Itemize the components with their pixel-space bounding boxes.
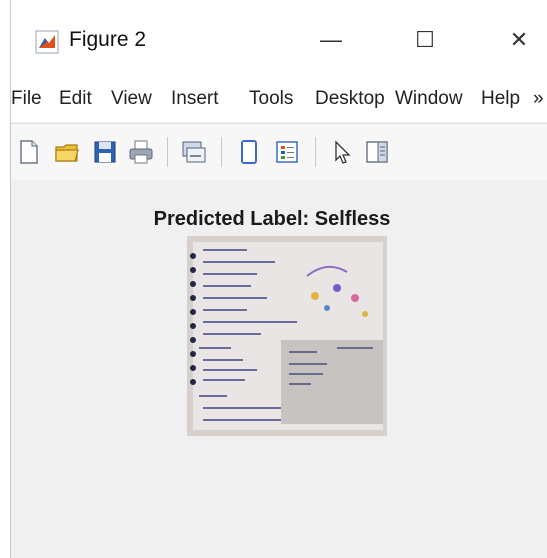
menu-tools[interactable]: Tools <box>249 88 293 110</box>
save-icon[interactable] <box>91 138 119 166</box>
insert-legend-icon[interactable] <box>273 138 301 166</box>
minimize-button[interactable]: — <box>311 22 351 58</box>
maximize-button[interactable]: ☐ <box>405 22 445 58</box>
figure-canvas: Predicted Label: Selfless <box>11 180 547 558</box>
toolbar-separator <box>315 137 316 167</box>
displayed-image <box>187 236 387 436</box>
menu-overflow-chevron[interactable]: » <box>533 88 544 110</box>
matlab-icon <box>35 30 59 54</box>
link-plot-icon[interactable] <box>179 138 207 166</box>
figure-window: Figure 2 — ☐ ✕ File Edit View Insert Too… <box>10 0 547 558</box>
menu-help[interactable]: Help <box>481 88 520 110</box>
menu-window[interactable]: Window <box>395 88 463 110</box>
toolbar-separator <box>221 137 222 167</box>
menu-desktop[interactable]: Desktop <box>315 88 385 110</box>
open-file-icon[interactable] <box>53 138 81 166</box>
toolbar-separator <box>167 137 168 167</box>
window-title: Figure 2 <box>69 28 147 51</box>
menu-insert[interactable]: Insert <box>171 88 219 110</box>
pointer-icon[interactable] <box>327 138 355 166</box>
open-property-inspector-icon[interactable] <box>235 138 263 166</box>
plot-title: Predicted Label: Selfless <box>153 208 391 230</box>
print-icon[interactable] <box>127 138 155 166</box>
menu-edit[interactable]: Edit <box>59 88 92 110</box>
title-bar: Figure 2 — ☐ ✕ <box>11 0 547 78</box>
close-button[interactable]: ✕ <box>499 22 539 58</box>
menu-view[interactable]: View <box>111 88 152 110</box>
new-figure-icon[interactable] <box>15 138 43 166</box>
menu-file[interactable]: File <box>11 88 42 110</box>
show-plot-tools-icon[interactable] <box>363 138 391 166</box>
menu-bar: File Edit View Insert Tools Desktop Wind… <box>11 78 547 122</box>
figure-toolbar <box>11 123 547 181</box>
notebook-photo <box>187 236 387 436</box>
